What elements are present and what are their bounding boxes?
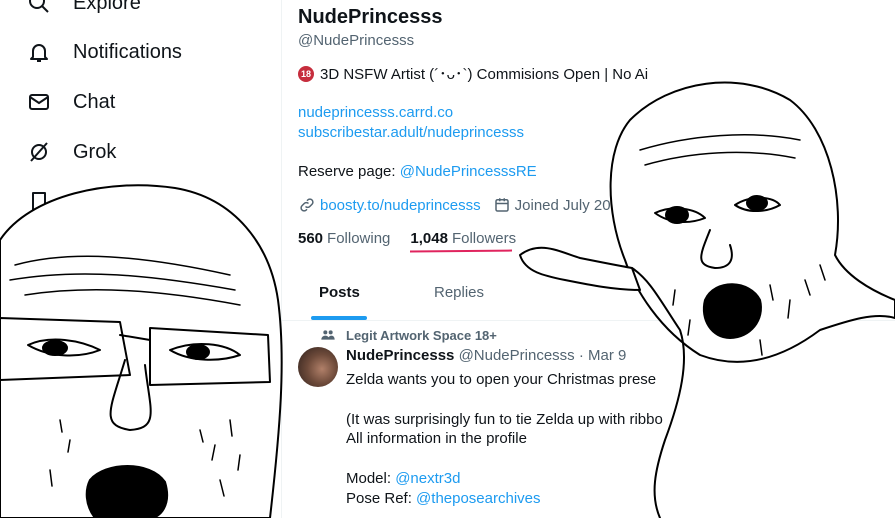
link-icon [300, 198, 314, 212]
sidebar: Explore Notifications Chat Grok [0, 0, 281, 518]
nav-label-grok: Grok [73, 140, 117, 163]
follow-stats: 560 Following 1,048 Followers [298, 230, 516, 247]
age-badge-icon: 18 [298, 65, 314, 82]
bio-text: 3D NSFW Artist (´･ᴗ･`) Commisions Open |… [320, 66, 649, 83]
nav-label-notifications: Notifications [73, 40, 182, 63]
tweet-handle-date: @NudePrincesss · Mar 9 [458, 347, 627, 364]
community-icon [321, 330, 335, 340]
search-icon [29, 0, 49, 13]
followers-count: 1,048 [410, 230, 448, 247]
tweet-model: Model: @nextr3d [346, 470, 460, 487]
nav-explore[interactable]: Explore [27, 0, 141, 18]
profile-tabs: Posts Replies [282, 268, 895, 321]
community-label[interactable]: Legit Artwork Space 18+ [320, 327, 497, 343]
following-label: Following [327, 230, 391, 247]
tweet-line-1: Zelda wants you to open your Christmas p… [346, 371, 657, 388]
reserve-label: Reserve page: [298, 163, 400, 180]
profile-meta: boosty.to/nudeprincesss Joined July 20 [298, 196, 611, 214]
profile-handle: @NudePrincesss [298, 32, 415, 49]
community-name: Legit Artwork Space 18+ [346, 327, 497, 343]
avatar[interactable] [298, 347, 338, 387]
reserve-page: Reserve page: @NudePrincesssRE [298, 163, 537, 180]
bio-link-subscribestar[interactable]: subscribestar.adult/nudeprincesss [298, 124, 524, 141]
model-label: Model: [346, 470, 396, 487]
grok-icon [30, 142, 48, 162]
model-link[interactable]: @nextr3d [395, 470, 460, 487]
reserve-link[interactable]: @NudePrincesssRE [400, 163, 537, 180]
followers-link[interactable]: 1,048 Followers [410, 230, 516, 247]
pose-label: Pose Ref: [346, 490, 417, 507]
bookmark-icon [32, 192, 46, 212]
nav-grok[interactable]: Grok [27, 137, 116, 167]
tweet-pose: Pose Ref: @theposearchives [346, 490, 541, 507]
tab-posts[interactable]: Posts [319, 284, 360, 301]
pose-link[interactable]: @theposearchives [416, 490, 540, 507]
calendar-icon [494, 198, 509, 212]
nav-label-explore: Explore [73, 0, 141, 14]
nav-bookmarks[interactable] [27, 187, 51, 217]
nav-label-chat: Chat [73, 90, 116, 113]
following-count: 560 [298, 230, 324, 247]
bio-link-carrd[interactable]: nudeprincesss.carrd.co [298, 104, 453, 121]
active-tab-indicator [311, 316, 367, 320]
tab-replies[interactable]: Replies [434, 284, 484, 301]
tweet-line-3: All information in the profile [346, 430, 527, 447]
tweet-author[interactable]: NudePrincesss [346, 347, 454, 364]
joined-date: Joined July 20 [514, 196, 611, 214]
mail-icon [29, 94, 49, 110]
following-link[interactable]: 560 Following [298, 230, 390, 247]
profile-column: NudePrincesss @NudePrincesss 18 3D NSFW … [282, 0, 895, 518]
display-name: NudePrincesss [298, 6, 443, 28]
nav-notifications[interactable]: Notifications [27, 37, 182, 67]
followers-label: Followers [451, 230, 517, 247]
followers-red-underline [409, 249, 513, 253]
bell-icon [30, 44, 48, 62]
website-link[interactable]: boosty.to/nudeprincesss [320, 197, 481, 214]
profile-bio: 18 3D NSFW Artist (´･ᴗ･`) Commisions Ope… [298, 63, 648, 84]
tweet-line-2: (It was surprisingly fun to tie Zelda up… [346, 411, 663, 428]
nav-chat[interactable]: Chat [27, 87, 115, 117]
tweet-header: NudePrincesss @NudePrincesss · Mar 9 [346, 347, 626, 364]
